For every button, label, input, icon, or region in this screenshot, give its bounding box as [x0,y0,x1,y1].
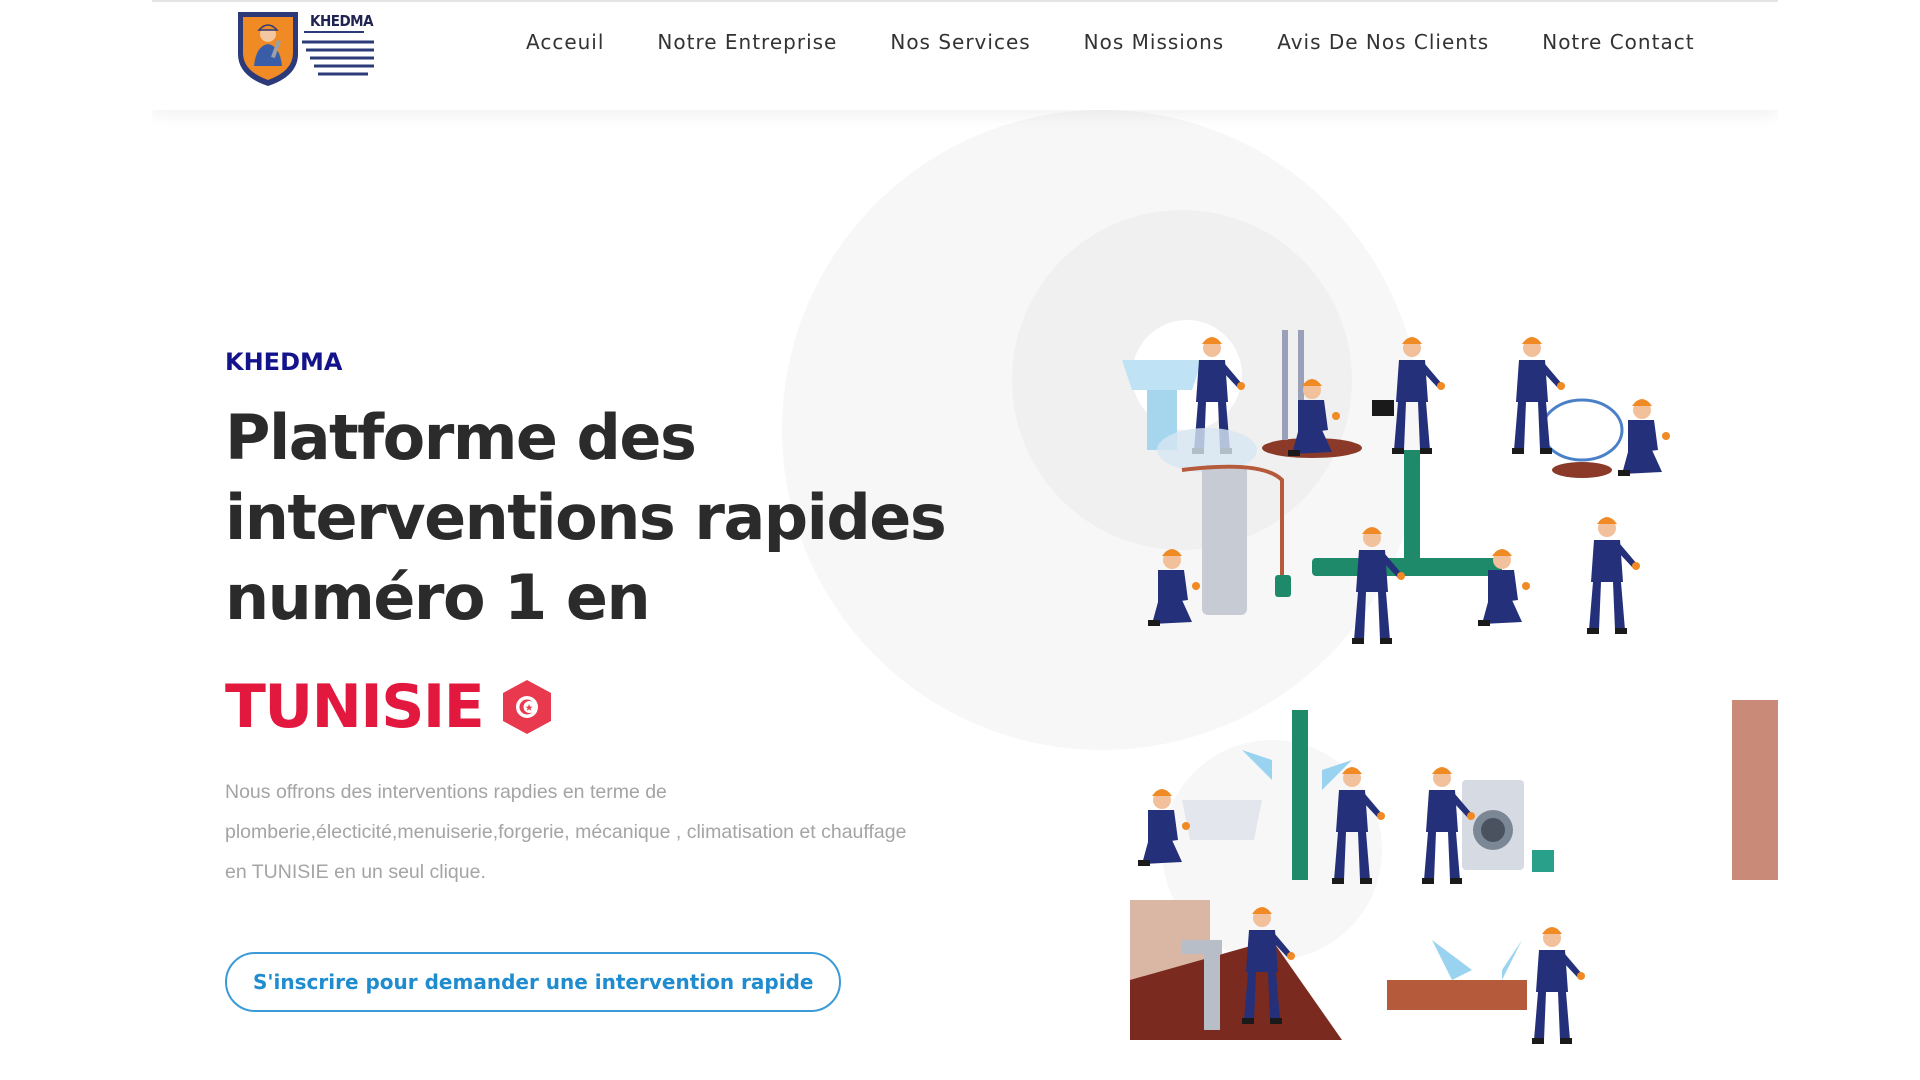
worker-leak-pipe [1242,710,1385,884]
worker-toolbox [1372,337,1445,454]
hero-country: TUNISIE [225,672,485,742]
worker-washing-machine [1422,767,1554,884]
hero-section: KHEDMA Platforme des interventions rapid… [225,348,1025,1012]
headline-line-2: interventions rapides [225,481,947,554]
worker-burst-pipe [1387,927,1585,1044]
nav-acceuil[interactable]: Acceuil [526,30,604,54]
main-nav: Acceuil Notre Entreprise Nos Services No… [526,30,1695,54]
hero-headline: Platforme des interventions rapides numé… [225,398,1025,638]
nav-notre-contact[interactable]: Notre Contact [1542,30,1694,54]
worker-brick-drain [1130,900,1342,1040]
nav-notre-entreprise[interactable]: Notre Entreprise [657,30,837,54]
hero-eyebrow: KHEDMA [225,348,343,376]
tunisia-flag-icon [503,680,552,734]
nav-nos-services[interactable]: Nos Services [890,30,1030,54]
headline-line-1: Platforme des [225,401,697,474]
headline-line-3: numéro 1 en [225,561,651,634]
nav-nos-missions[interactable]: Nos Missions [1084,30,1225,54]
worker-manhole [1262,330,1362,458]
worker-bathtub [1138,789,1262,866]
worker-green-pipe [1312,450,1530,644]
signup-button[interactable]: S'inscrire pour demander une interventio… [225,951,842,1012]
brick-wall-edge [1732,700,1778,880]
nav-avis-clients[interactable]: Avis De Nos Clients [1277,30,1489,54]
site-header: KHEDMA Acceuil Notre Entreprise Nos Serv… [152,0,1778,110]
hero-description: Nous offrons des interventions rapdies e… [225,781,907,883]
workers-illustration [1122,330,1778,1044]
country-row: TUNISIE [225,672,1025,742]
khedma-logo[interactable]: KHEDMA [234,6,378,88]
worker-boiler [1148,428,1291,626]
page: KHEDMA Acceuil Notre Entreprise Nos Serv… [152,0,1778,1080]
worker-edge [1587,517,1640,634]
worker-cable [1512,337,1670,478]
logo-text: KHEDMA [310,12,374,30]
